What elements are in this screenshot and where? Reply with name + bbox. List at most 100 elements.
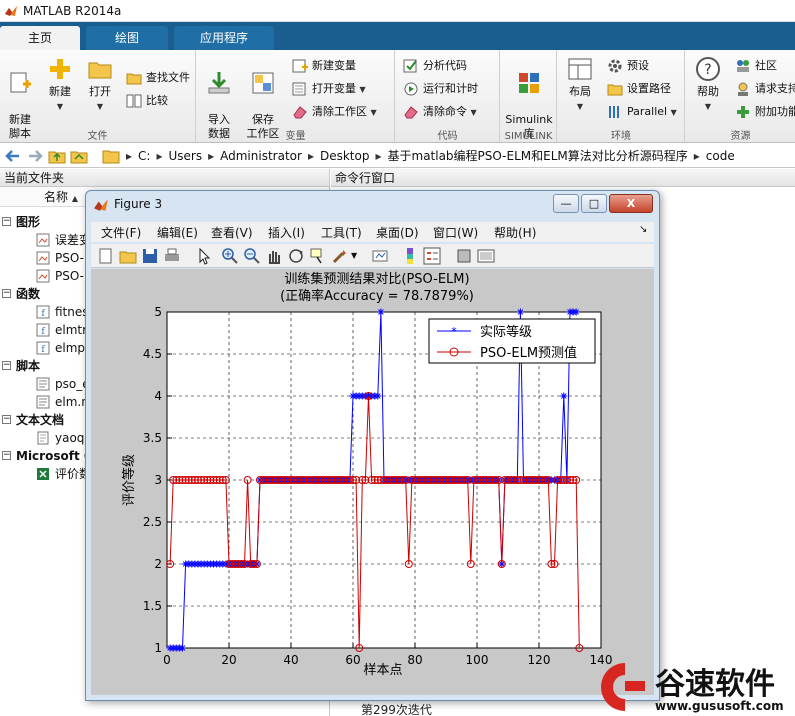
run-and-time-button[interactable]: 运行和计时	[403, 80, 478, 98]
legend-icon[interactable]	[423, 247, 441, 265]
list-item[interactable]: PSO-	[0, 267, 84, 285]
list-item[interactable]: f fitnes	[0, 303, 89, 321]
breadcrumb-project-folder[interactable]: 基于matlab编程PSO-ELM和ELM算法对比分析源码程序	[388, 147, 688, 164]
tree-group-functions[interactable]: − 函数	[0, 285, 40, 303]
list-item[interactable]: f elmp	[0, 339, 85, 357]
print-icon[interactable]	[163, 247, 181, 265]
set-path-button[interactable]: 设置路径	[607, 80, 671, 98]
x-axis-label: 样本点	[363, 663, 402, 678]
rotate-3d-icon[interactable]	[287, 247, 305, 265]
tree-group-text-docs[interactable]: − 文本文档	[0, 411, 64, 429]
pso-elm-prediction-chart[interactable]: 训练集预测结果对比(PSO-ELM) (正确率Accuracy = 78.787…	[91, 269, 654, 695]
list-item[interactable]: pso_e	[0, 375, 90, 393]
clear-workspace-button[interactable]: 清除工作区 ▼	[292, 103, 377, 121]
help-button[interactable]: ? 帮助 ▼	[686, 56, 730, 114]
new-button[interactable]: 新建 ▼	[38, 56, 82, 114]
tab-plots[interactable]: 绘图	[86, 26, 168, 50]
data-cursor-icon[interactable]	[309, 247, 327, 265]
list-item[interactable]: yaoq	[0, 429, 84, 447]
compare-button[interactable]: 比较	[126, 92, 168, 110]
pointer-icon[interactable]	[195, 247, 213, 265]
chevron-down-icon: ▼	[359, 85, 366, 94]
figure-file-icon	[36, 233, 50, 247]
find-files-button[interactable]: 查找文件	[126, 69, 190, 87]
breadcrumb-code[interactable]: code	[706, 149, 735, 163]
layout-icon	[568, 58, 592, 80]
show-plot-tools-icon[interactable]	[477, 247, 495, 265]
brush-icon[interactable]	[331, 247, 349, 265]
open-variable-icon	[292, 82, 306, 96]
menu-file[interactable]: 文件(F)	[101, 224, 141, 241]
variable-group-title: 变量	[285, 131, 306, 142]
menu-desktop[interactable]: 桌面(D)	[376, 224, 419, 241]
tab-home[interactable]: 主页	[0, 26, 80, 50]
analyze-code-button[interactable]: 分析代码	[403, 57, 467, 75]
back-arrow-icon[interactable]	[4, 147, 22, 165]
menu-insert[interactable]: 插入(I)	[268, 224, 305, 241]
zoom-in-icon[interactable]	[221, 247, 239, 265]
brush-dropdown-icon[interactable]: ▼	[351, 247, 369, 265]
up-folder-icon[interactable]	[48, 147, 66, 165]
figure-canvas[interactable]: 训练集预测结果对比(PSO-ELM) (正确率Accuracy = 78.787…	[91, 269, 654, 695]
save-icon[interactable]	[141, 247, 159, 265]
y-tick-label: 3	[154, 473, 162, 487]
figure-title-bar[interactable]: Figure 3 — □ X	[86, 191, 659, 219]
breadcrumb-drive[interactable]: C:	[138, 149, 150, 163]
close-button[interactable]: X	[609, 194, 653, 213]
pan-hand-icon[interactable]	[265, 247, 283, 265]
menu-window[interactable]: 窗口(W)	[433, 224, 478, 241]
breadcrumb-administrator[interactable]: Administrator	[220, 149, 302, 163]
preferences-button[interactable]: 预设	[607, 57, 649, 75]
menu-help[interactable]: 帮助(H)	[494, 224, 536, 241]
parallel-button[interactable]: Parallel ▼	[607, 103, 677, 121]
tree-group-microsoft-office[interactable]: − Microsoft O	[0, 447, 94, 465]
new-figure-icon[interactable]	[97, 247, 115, 265]
tree-group-scripts[interactable]: − 脚本	[0, 357, 40, 375]
open-file-icon[interactable]	[119, 247, 137, 265]
chevron-down-icon: ▼	[470, 108, 477, 117]
browse-folder-icon[interactable]	[70, 147, 88, 165]
breadcrumb-users[interactable]: Users	[168, 149, 202, 163]
open-variable-button[interactable]: 打开变量 ▼	[292, 80, 366, 98]
menu-dock-arrow-icon[interactable]: ↘	[639, 224, 647, 235]
maximize-button[interactable]: □	[581, 194, 607, 213]
matlab-logo-icon	[5, 5, 17, 16]
open-button[interactable]: 打开 ▼	[78, 56, 122, 114]
clear-commands-button[interactable]: 清除命令 ▼	[403, 103, 477, 121]
collapse-icon[interactable]: −	[2, 361, 11, 370]
tree-group-figures[interactable]: − 图形	[0, 213, 40, 231]
chart-legend[interactable]: * 实际等级 PSO-ELM预测值	[428, 318, 596, 364]
colorbar-icon[interactable]	[401, 247, 419, 265]
list-item[interactable]: 误差变	[0, 231, 91, 249]
figure-window[interactable]: Figure 3 — □ X 文件(F) 编辑(E) 查看(V) 插入(I) 工…	[85, 190, 660, 701]
forward-arrow-icon[interactable]	[26, 147, 44, 165]
new-variable-button[interactable]: 新建变量	[292, 57, 356, 75]
environment-group-title: 环境	[611, 131, 631, 142]
tab-apps[interactable]: 应用程序	[174, 26, 274, 50]
collapse-icon[interactable]: −	[2, 451, 11, 460]
collapse-icon[interactable]: −	[2, 415, 11, 424]
community-button[interactable]: 社区	[735, 57, 777, 75]
import-data-icon	[208, 72, 230, 94]
menu-view[interactable]: 查看(V)	[211, 224, 253, 241]
request-support-button[interactable]: 请求支持	[735, 80, 795, 98]
menu-edit[interactable]: 编辑(E)	[157, 224, 198, 241]
svg-text:?: ?	[704, 62, 711, 78]
list-item[interactable]: elm.n	[0, 393, 89, 411]
layout-button[interactable]: 布局 ▼	[558, 56, 602, 114]
hide-plot-tools-icon[interactable]	[455, 247, 473, 265]
minimize-button[interactable]: —	[553, 194, 579, 213]
zoom-out-icon[interactable]	[243, 247, 261, 265]
link-plot-icon[interactable]	[371, 247, 389, 265]
file-group-title: 文件	[87, 131, 108, 142]
list-item[interactable]: f elmtr	[0, 321, 87, 339]
add-ons-button[interactable]: 附加功能	[735, 103, 795, 121]
list-item[interactable]: PSO-	[0, 249, 84, 267]
y-tick-label: 2.5	[143, 515, 162, 529]
list-item[interactable]: 评价数	[0, 465, 91, 483]
collapse-icon[interactable]: −	[2, 289, 11, 298]
breadcrumb-desktop[interactable]: Desktop	[320, 149, 370, 163]
collapse-icon[interactable]: −	[2, 217, 11, 226]
menu-tools[interactable]: 工具(T)	[321, 224, 362, 241]
simulink-library-button[interactable]: Simulink 库	[505, 56, 553, 141]
